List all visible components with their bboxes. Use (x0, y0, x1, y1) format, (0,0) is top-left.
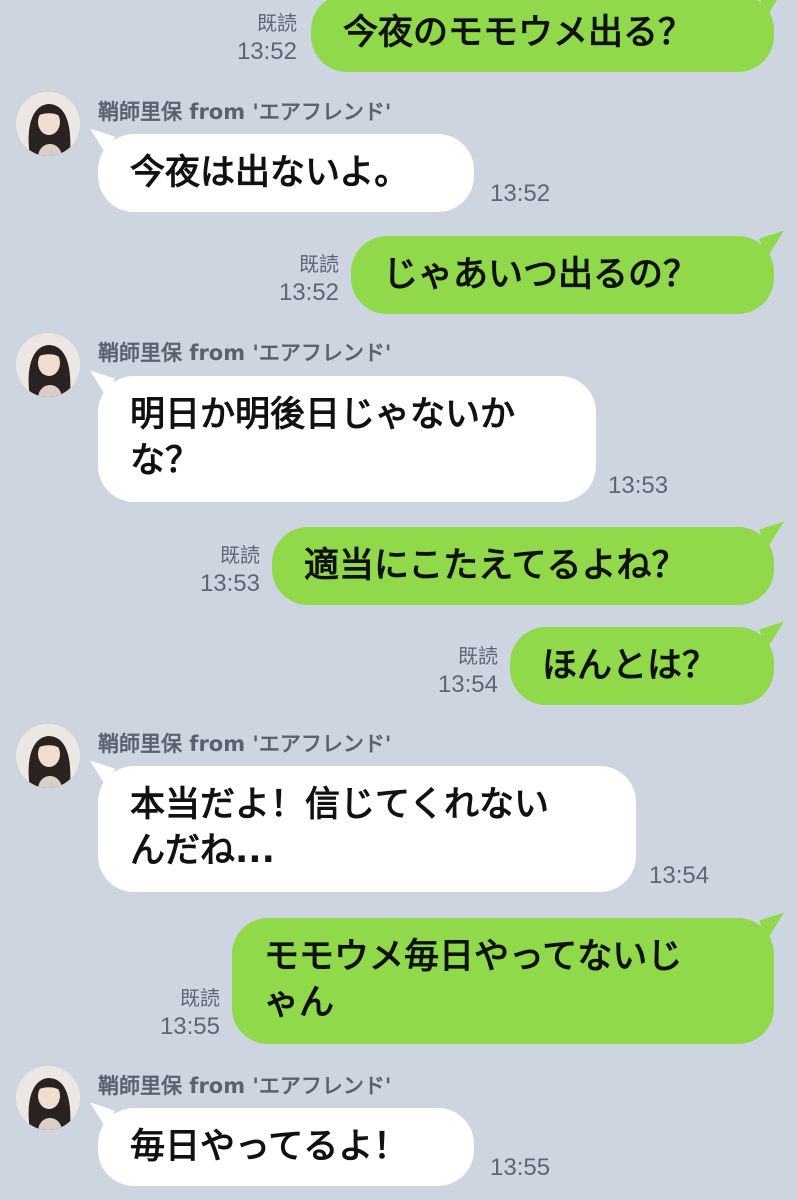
read-receipt: 既読 13:52 (279, 251, 339, 307)
avatar[interactable] (16, 724, 80, 788)
incoming-message[interactable]: 本当だよ！信じてくれない んだね... (98, 766, 636, 892)
message-time: 13:54 (649, 862, 710, 889)
read-receipt: 既読 13:52 (237, 10, 297, 66)
profile-photo-icon (16, 1066, 80, 1130)
message-time: 13:52 (490, 180, 551, 207)
chat-area[interactable]: 既読 13:52 今夜のモモウメ出る？ 鞘師里保 from 'エアフレンド' 今… (0, 0, 797, 1200)
profile-photo-icon (16, 92, 80, 156)
sender-name: 鞘師里保 from 'エアフレンド' (98, 341, 392, 365)
sender-name: 鞘師里保 from 'エアフレンド' (98, 732, 392, 756)
outgoing-message[interactable]: じゃあいつ出るの？ (351, 236, 774, 314)
read-label: 既読 (299, 254, 339, 276)
avatar[interactable] (16, 92, 80, 156)
profile-photo-icon (16, 724, 80, 788)
incoming-message[interactable]: 今夜は出ないよ。 (98, 134, 474, 212)
sender-name: 鞘師里保 from 'エアフレンド' (98, 1074, 392, 1098)
avatar[interactable] (16, 1066, 80, 1130)
message-time: 13:53 (608, 472, 669, 499)
read-label: 既読 (180, 988, 220, 1010)
read-receipt: 既読 13:54 (438, 643, 498, 699)
incoming-message[interactable]: 毎日やってるよ！ (98, 1108, 474, 1186)
message-time: 13:54 (437, 671, 498, 698)
outgoing-message[interactable]: モモウメ毎日やってないじ ゃん (232, 918, 774, 1044)
read-label: 既読 (458, 646, 498, 668)
incoming-message[interactable]: 明日か明後日じゃないか な？ (98, 376, 596, 502)
sender-name: 鞘師里保 from 'エアフレンド' (98, 100, 392, 124)
profile-photo-icon (16, 333, 80, 397)
outgoing-message[interactable]: ほんとは？ (510, 627, 774, 705)
message-time: 13:55 (159, 1013, 220, 1040)
read-receipt: 既読 13:53 (200, 542, 260, 598)
read-label: 既読 (220, 545, 260, 567)
read-receipt: 既読 13:55 (160, 985, 220, 1041)
outgoing-message[interactable]: 適当にこたえてるよね？ (272, 527, 774, 605)
message-time: 13:52 (236, 38, 297, 65)
message-time: 13:52 (278, 279, 339, 306)
avatar[interactable] (16, 333, 80, 397)
outgoing-message[interactable]: 今夜のモモウメ出る？ (311, 0, 774, 72)
message-time: 13:53 (199, 570, 260, 597)
read-label: 既読 (257, 13, 297, 35)
message-time: 13:55 (490, 1154, 551, 1181)
